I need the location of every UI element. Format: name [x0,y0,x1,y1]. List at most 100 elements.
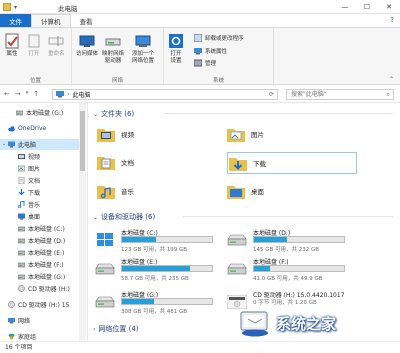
rename-icon [48,36,64,46]
watermark-text: 系统之家 [276,314,337,333]
nav-item[interactable]: 本地磁盘 (E:) [0,247,86,258]
nav-scrollbar[interactable] [79,103,86,341]
drive-item[interactable]: 本地磁盘 (E:) 58.7 GB 可用，共 235 GB [93,256,213,284]
collapse-ribbon-icon[interactable]: ⌃ [389,76,394,83]
scrollbar-thumb[interactable] [80,111,85,171]
drive-info: 123 GB 可用，共 199 GB [121,247,188,253]
tab-computer[interactable]: 计算机 [31,14,71,27]
navigation-pane: 本地磁盘 (G:) OneDrive ⌄ 此电脑视频图片 文档下载音乐桌面本地磁盘 (C… [0,103,88,341]
maximize-button[interactable]: ☐ [356,0,378,14]
back-arrow-icon[interactable]: ← [4,90,10,98]
folder-icon [227,129,245,142]
nav-item[interactable]: 图片 [0,163,86,174]
nav-item[interactable]: OneDrive [0,123,86,134]
system-properties-button[interactable]: 系统属性 [194,47,227,55]
drive-icon [95,263,115,275]
chevron-right-icon: › [93,325,96,333]
close-button[interactable]: ✕ [378,0,400,14]
nav-item-label: 本地磁盘 (E:) [28,250,65,257]
up-arrow-icon[interactable]: ↑ [33,90,39,98]
title-bar: ▾ 此电脑 — ☐ ✕ [0,0,400,14]
open-button[interactable]: 打开 [26,33,42,58]
uninstall-icon [194,34,202,42]
document-icon [18,177,25,184]
desktop-icon [18,213,25,220]
nav-item[interactable]: 网络 [0,315,86,326]
recent-locations-icon[interactable]: ▾ [26,90,29,98]
nav-item[interactable]: 文档 [0,175,86,186]
breadcrumb[interactable]: 此电脑 [72,90,90,99]
nav-item[interactable]: 下载 [0,187,86,198]
nav-item-label: 本地磁盘 (F:) [28,262,64,269]
folder-item[interactable]: 文档 [97,154,134,170]
drives-section-header[interactable]: ⌄ 设备和驱动器 (6) [93,212,393,222]
group-network: 访问媒体 映射网络 驱动器 添加一个 网络位置 网络 [72,28,164,86]
nav-item[interactable]: ⌄ 此电脑 [0,139,86,150]
drive-item[interactable]: 本地磁盘 (D:) 145 GB 可用，共 232 GB [225,227,345,255]
manage-icon [194,59,202,67]
tab-file[interactable]: 文件 [0,14,31,27]
folder-label: 图片 [251,131,264,139]
drive-item[interactable]: 本地磁盘 (C:) 123 GB 可用，共 199 GB [93,227,213,255]
computer-icon [8,141,15,148]
folder-item[interactable]: 下载 [227,152,357,174]
drive-icon [95,296,115,308]
chevron-down-icon[interactable]: ⌄ [2,141,6,147]
chevron-down-icon[interactable]: ▾ [14,4,17,11]
media-icon [79,35,95,47]
nav-item[interactable]: 本地磁盘 (C:) [0,223,86,234]
forward-arrow-icon[interactable]: → [15,90,21,98]
nav-item[interactable]: 本地磁盘 (D:) [0,235,86,246]
refresh-icon[interactable]: ⟳ [269,91,274,98]
section-divider [163,113,393,114]
nav-item[interactable]: 家庭组 [0,331,86,341]
map-drive-button[interactable]: 映射网络 驱动器 [102,33,124,64]
properties-button[interactable]: 属性 [4,33,20,58]
nav-item[interactable]: CD 驱动器 (H:) [0,283,86,294]
folder-item[interactable]: 图片 [227,126,264,142]
access-media-button[interactable]: 访问媒体 [76,33,98,58]
nav-item[interactable]: 视频 [0,151,86,162]
manage-button[interactable]: 管理 [194,59,216,67]
picture-icon [18,165,25,172]
drive-item[interactable]: 本地磁盘 (G:) 308 GB 可用，共 481 GB [93,289,213,317]
nav-item[interactable]: 本地磁盘 (G:) [0,271,86,282]
nav-item-label: 视频 [28,154,41,161]
new-folder-icon[interactable] [3,3,11,11]
folder-item[interactable]: 视频 [97,126,134,142]
drive-icon [18,274,25,280]
cd-icon [18,285,25,292]
nav-item[interactable]: 本地磁盘 (F:) [0,259,86,270]
nav-item[interactable]: 桌面 [0,211,86,222]
watermark: 系统之家 [238,306,398,340]
search-input[interactable]: 搜索"此电脑" ⌕ [286,89,394,100]
rename-button[interactable]: 重命名 [48,33,65,58]
folders-section-header[interactable]: ⌄ 文件夹 (6) [93,109,393,119]
open-settings-button[interactable]: 打开 设置 [168,33,184,64]
help-icon[interactable]: ? [390,16,394,24]
nav-item-label: 本地磁盘 (G:) [26,110,64,117]
folder-icon [97,157,115,170]
drive-usage-fill [122,237,157,242]
nav-item-label: 下载 [28,190,41,197]
add-network-location-button[interactable]: 添加一个 网络位置 [132,33,154,64]
uninstall-button[interactable]: 卸载或更改程序 [194,34,244,42]
drive-usage-bar [121,265,213,272]
path-box[interactable]: › 此电脑 ⟳ [52,89,278,100]
tab-view[interactable]: 查看 [71,14,102,27]
download-icon [18,189,25,196]
drive-usage-fill [122,266,190,271]
cloud-icon [8,126,15,132]
section-divider [183,216,393,217]
nav-item-label: 桌面 [28,214,41,221]
drive-item[interactable]: 本地磁盘 (F:) 41.0 GB 可用，共 49.9 GB [225,256,345,284]
folder-item[interactable]: 音乐 [97,183,134,199]
folder-item[interactable]: 桌面 [227,183,264,199]
drive-usage-fill [254,237,288,242]
minimize-button[interactable]: — [334,0,356,14]
video-icon [18,154,25,159]
nav-item[interactable]: 本地磁盘 (G:) [0,107,86,118]
ribbon: 属性 打开 重命名 位置 访问媒体 映射网络 驱动器 添加一个 网络位置 网络 [0,27,400,86]
nav-item[interactable]: 音乐 [0,199,86,210]
nav-item[interactable]: CD 驱动器 (H:) 15 [0,299,86,310]
